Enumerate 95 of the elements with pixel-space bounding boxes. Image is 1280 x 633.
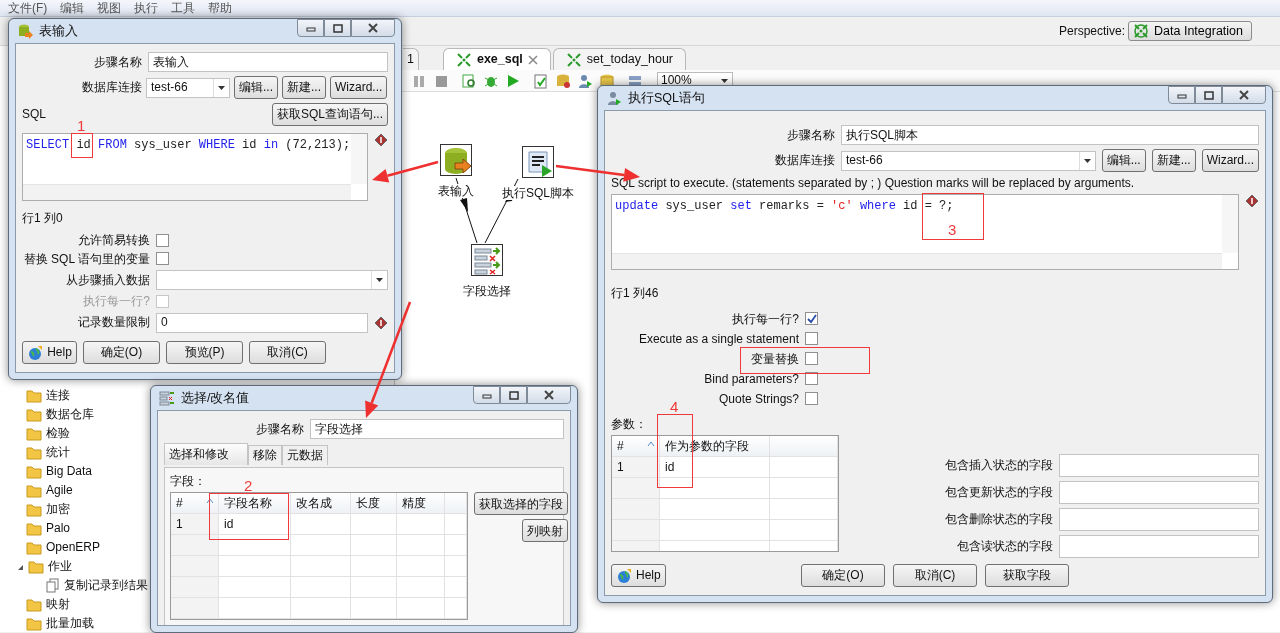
tree-item[interactable]: 批量加载: [46, 616, 94, 631]
new-button[interactable]: 新建...: [282, 76, 327, 99]
input-field[interactable]: 执行SQL脚本: [841, 125, 1259, 145]
field-label: Execute as a single statement: [637, 331, 799, 346]
tab[interactable]: 选择和修改: [164, 443, 248, 465]
column-header: 改名成: [291, 493, 351, 515]
field-label: 记录数量限制: [77, 315, 150, 330]
tree-item[interactable]: 检验: [46, 426, 70, 441]
field-label: 包含删除状态的字段: [944, 512, 1053, 527]
field-label: Bind parameters?: [703, 371, 799, 386]
field-label: 数据库连接: [81, 80, 142, 95]
table-cell: id: [219, 514, 291, 536]
tree-item[interactable]: OpenERP: [46, 540, 101, 555]
field-label: Quote Strings?: [717, 391, 799, 406]
annotation-number: 1: [77, 118, 86, 133]
wizard-button[interactable]: Wizard...: [330, 76, 388, 99]
tree-item[interactable]: 作业: [48, 559, 72, 574]
step-label: 执行SQL脚本: [501, 186, 575, 201]
tree-item[interactable]: 映射: [46, 597, 70, 612]
menu-item[interactable]: 视图: [97, 0, 122, 16]
cursor-position: 行1 列46: [611, 286, 660, 301]
tree-item[interactable]: 加密: [46, 502, 70, 517]
field-label: 数据库连接: [774, 153, 835, 168]
annotation-number: 4: [670, 399, 679, 414]
ok-button[interactable]: 确定(O): [801, 564, 885, 587]
step-label: 字段选择: [462, 284, 512, 299]
field-label: 包含插入状态的字段: [944, 458, 1053, 473]
perspective-label: Perspective:: [1059, 23, 1126, 39]
field-label: 从步骤插入数据: [65, 272, 150, 288]
field-label: 变量替换: [750, 351, 799, 366]
input-field[interactable]: 0: [156, 312, 368, 333]
dropdown[interactable]: test-66: [841, 150, 1096, 171]
input-field[interactable]: 字段选择: [310, 419, 564, 439]
perspective-button[interactable]: Data Integration: [1128, 21, 1252, 41]
dropdown[interactable]: test-66: [146, 77, 230, 98]
field-label: 步骤名称: [93, 54, 142, 70]
tree-item[interactable]: Big Data: [46, 464, 93, 479]
column-header: #: [612, 436, 660, 458]
new-button[interactable]: 新建...: [1151, 149, 1196, 172]
field-label: 允许简易转换: [77, 233, 150, 248]
field-label: 包含读状态的字段: [956, 539, 1053, 554]
window-title: 表输入: [39, 23, 78, 39]
editor-tab[interactable]: 1: [403, 48, 419, 70]
column-header: 精度: [397, 493, 445, 515]
tab[interactable]: 元数据: [282, 445, 328, 465]
field-label: 字段：: [170, 474, 206, 489]
editor-tab[interactable]: exe_sql: [442, 48, 551, 70]
cancel-button[interactable]: 取消(C): [249, 341, 326, 364]
help-button[interactable]: Help: [611, 564, 666, 587]
field-label: 执行每一行?: [82, 294, 150, 309]
tree-item[interactable]: 连接: [46, 388, 70, 403]
table-cell: 1: [171, 514, 219, 536]
cursor-position: 行1 列0: [22, 211, 64, 226]
tree-item[interactable]: Agile: [46, 483, 73, 498]
step-label: 表输入: [437, 184, 475, 199]
table-cell: id: [660, 457, 770, 479]
cancel-button[interactable]: 取消(C): [893, 564, 977, 587]
field-label: 参数：: [611, 416, 647, 432]
window-title: 执行SQL语句: [628, 90, 705, 106]
field-label: 替换 SQL 语句里的变量: [22, 251, 150, 267]
column-header: 长度: [351, 493, 397, 515]
window-title: 选择/改名值: [181, 390, 250, 406]
column-mapping-button[interactable]: 列映射: [522, 519, 568, 543]
edit-button[interactable]: 编辑...: [1101, 149, 1146, 172]
field-label: SQL: [22, 107, 46, 122]
column-header: 字段名称: [219, 493, 291, 515]
sql-editor[interactable]: SELECT id FROM sys_user WHERE id in (72,213);: [22, 133, 368, 201]
menu-item[interactable]: 工具: [171, 0, 196, 16]
field-label: 步骤名称: [255, 421, 304, 437]
edit-button[interactable]: 编辑...: [234, 76, 278, 99]
help-button[interactable]: Help: [22, 341, 77, 364]
menu-item[interactable]: 文件(F): [8, 0, 48, 16]
column-header: #: [171, 493, 219, 515]
get-fields-button[interactable]: 获取字段: [985, 564, 1069, 587]
get-sql-button[interactable]: 获取SQL查询语句...: [272, 103, 388, 126]
table-cell: 1: [612, 457, 660, 479]
tree-item[interactable]: 统计: [46, 445, 70, 460]
menu-item[interactable]: 编辑: [60, 0, 85, 16]
ok-button[interactable]: 确定(O): [83, 341, 160, 364]
preview-button[interactable]: 预览(P): [166, 341, 243, 364]
tree-item[interactable]: Palo: [46, 521, 71, 536]
menu-item[interactable]: 帮助: [208, 0, 233, 16]
annotation-number: 2: [244, 478, 253, 493]
tab[interactable]: 移除: [248, 445, 282, 465]
field-label: 包含更新状态的字段: [944, 485, 1053, 500]
input-field[interactable]: 表输入: [148, 52, 388, 72]
menu-item[interactable]: 执行: [134, 0, 159, 16]
wizard-button[interactable]: Wizard...: [1201, 149, 1259, 172]
tree-item[interactable]: 复制记录到结果: [64, 578, 148, 593]
annotation-number: 3: [948, 222, 957, 237]
editor-tab[interactable]: set_today_hour: [552, 48, 686, 70]
field-label: 执行每一行?: [731, 311, 799, 326]
field-label: 步骤名称: [786, 127, 835, 143]
get-fields-button[interactable]: 获取选择的字段: [474, 492, 568, 516]
tree-item[interactable]: 数据仓库: [46, 407, 94, 422]
